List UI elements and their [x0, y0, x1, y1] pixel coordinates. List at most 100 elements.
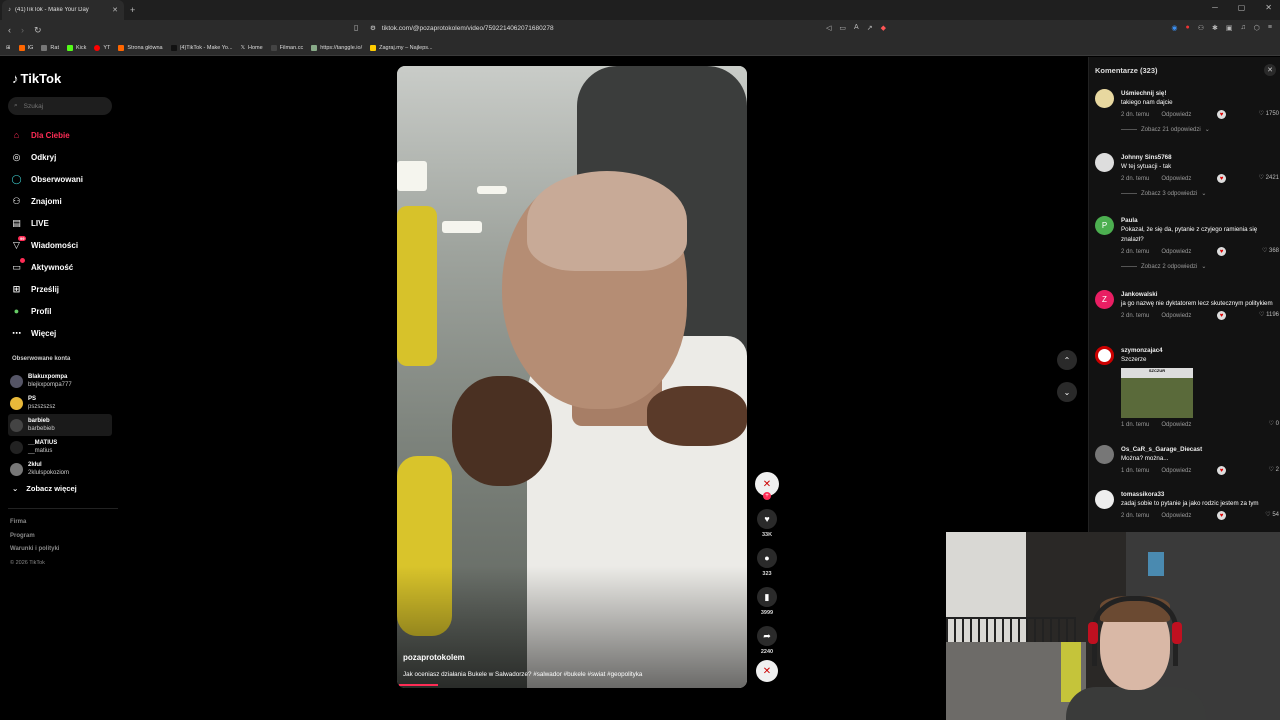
reply-button[interactable]: Odpowiedz	[1161, 422, 1191, 428]
share-icon[interactable]: ↗	[867, 24, 873, 32]
site-info-icon[interactable]: ⚙	[370, 24, 376, 32]
extension-icon[interactable]: ◉	[1171, 24, 1177, 32]
comment-likes[interactable]: ♡ 1196	[1259, 311, 1279, 318]
avatar[interactable]: Z	[1095, 290, 1114, 309]
nav-activity[interactable]: ▭ Aktywność	[10, 256, 83, 278]
bookmark-item[interactable]: (4)TikTok - Make Yo...	[170, 44, 233, 51]
translate-icon[interactable]: A	[854, 24, 859, 32]
bookmark-item[interactable]: Strona główna	[118, 44, 163, 51]
footer-link[interactable]: Firma	[10, 516, 59, 530]
search-box[interactable]: ⌕	[8, 97, 112, 115]
comment-user[interactable]: Paula	[1121, 216, 1279, 225]
bookmark-item[interactable]: https://tanggle.io/	[311, 44, 362, 51]
followed-account[interactable]: Blakuxpompa blejkxpompa777	[8, 370, 112, 392]
save-button[interactable]: ▮	[757, 587, 777, 607]
browser-tab[interactable]: ♪ (41)TikTok - Make Your Day ✕	[2, 0, 124, 20]
comment-user[interactable]: Jankowalski	[1121, 290, 1279, 299]
follow-plus-icon[interactable]: +	[763, 492, 771, 500]
nav-more[interactable]: ⋯ Więcej	[10, 322, 83, 344]
nav-upload[interactable]: ⊞ Prześlij	[10, 278, 83, 300]
reply-button[interactable]: Odpowiedz	[1161, 112, 1191, 118]
view-replies-button[interactable]: Zobacz 21 odpowiedzi ⌄	[1121, 126, 1279, 133]
nav-live[interactable]: ▤ LIVE	[10, 212, 83, 234]
comment-likes[interactable]: ♡ 2	[1269, 466, 1279, 473]
footer-link[interactable]: Program	[10, 530, 59, 544]
nav-profile[interactable]: ● Profil	[10, 300, 83, 322]
followed-account[interactable]: __MATIUS __matius	[8, 436, 112, 458]
forward-icon[interactable]: ›	[21, 25, 24, 36]
music-disc-icon[interactable]: ✕	[756, 660, 778, 682]
maximize-icon[interactable]: ▢	[1238, 3, 1246, 12]
followed-account[interactable]: 2kłul 2klulspokoziom	[8, 458, 112, 480]
search-input[interactable]	[23, 102, 94, 110]
bookmark-item[interactable]: Kick	[66, 44, 86, 51]
comment-user[interactable]: tomassikora33	[1121, 490, 1279, 499]
comment-likes[interactable]: ♡ 54	[1265, 511, 1279, 518]
nav-friends[interactable]: ⚇ Znajomi	[10, 190, 83, 212]
bookmark-item[interactable]: Rat	[41, 44, 59, 51]
mute-icon[interactable]: ◁	[826, 24, 831, 32]
footer-link[interactable]: Warunki i polityki	[10, 543, 59, 557]
new-tab-icon[interactable]: +	[130, 5, 135, 15]
reply-button[interactable]: Odpowiedz	[1161, 513, 1191, 519]
extensions-puzzle-icon[interactable]: ✱	[1212, 24, 1218, 32]
nav-following[interactable]: ◯ Obserwowani	[10, 168, 83, 190]
avatar[interactable]	[1095, 153, 1114, 172]
avatar[interactable]	[1095, 89, 1114, 108]
bookmark-item[interactable]: IG	[18, 44, 33, 51]
brave-shield-icon[interactable]: ◆	[881, 24, 886, 32]
followed-account[interactable]: PS pszszszsz	[8, 392, 112, 414]
apps-grid-icon[interactable]: ⊞	[6, 45, 11, 51]
comment-button[interactable]: ●	[757, 548, 777, 568]
media-icon[interactable]: ♫	[1241, 24, 1246, 32]
comment-user[interactable]: Johnny Sins5768	[1121, 153, 1279, 162]
nav-messages[interactable]: ▽ 99 Wiadomości	[10, 234, 83, 256]
reply-button[interactable]: Odpowiedz	[1161, 468, 1191, 474]
followed-account[interactable]: barbieb barbebieb	[8, 414, 112, 436]
back-icon[interactable]: ‹	[8, 25, 11, 36]
avatar[interactable]	[1095, 490, 1114, 509]
nav-for-you[interactable]: ⌂ Dla Ciebie	[10, 124, 83, 146]
avatar[interactable]	[1095, 346, 1114, 365]
bookmark-item[interactable]: Filman.cc	[270, 44, 303, 51]
video-player[interactable]: pozaprotokolem Jak oceniasz działania Bu…	[397, 66, 747, 688]
tiktok-logo[interactable]: ♪ TikTok	[12, 71, 61, 86]
url-field[interactable]: ⚙ tiktok.com/@pozaprotokolem/video/75922…	[370, 24, 554, 33]
reply-button[interactable]: Odpowiedz	[1161, 313, 1191, 319]
bookmark-page-icon[interactable]: ▯	[354, 23, 358, 32]
next-video-button[interactable]: ⌄	[1057, 382, 1077, 402]
comment-user[interactable]: Uśmiechnij się!	[1121, 89, 1279, 98]
previous-video-button[interactable]: ⌃	[1057, 350, 1077, 370]
see-more-button[interactable]: ⌄ Zobacz więcej	[12, 484, 77, 493]
bookmark-item[interactable]: 𝕏 Home	[241, 45, 263, 51]
reply-button[interactable]: Odpowiedz	[1161, 249, 1191, 255]
author-avatar[interactable]: ✕ +	[755, 472, 779, 500]
video-author[interactable]: pozaprotokolem	[403, 653, 465, 662]
avatar[interactable]	[1095, 445, 1114, 464]
reply-button[interactable]: Odpowiedz	[1161, 176, 1191, 182]
comment-likes[interactable]: ♡ 2421	[1259, 174, 1279, 181]
minimize-icon[interactable]: ─	[1212, 3, 1218, 12]
nav-explore[interactable]: ◎ Odkryj	[10, 146, 83, 168]
tab-close-icon[interactable]: ✕	[112, 6, 118, 14]
view-replies-button[interactable]: Zobacz 2 odpowiedzi ⌄	[1121, 263, 1279, 270]
window-close-icon[interactable]: ✕	[1265, 3, 1272, 12]
view-replies-button[interactable]: Zobacz 3 odpowiedzi ⌄	[1121, 190, 1279, 197]
cast-icon[interactable]: ▭	[839, 24, 846, 32]
extension-icon[interactable]: ●	[1186, 24, 1190, 32]
extension-icon[interactable]: ⚇	[1198, 24, 1204, 32]
reload-icon[interactable]: ↻	[34, 25, 42, 36]
comment-user[interactable]: szymonzajac4	[1121, 346, 1279, 355]
share-button[interactable]: ➦	[757, 626, 777, 646]
bookmark-item[interactable]: Zagraj.my – Najleps...	[370, 44, 433, 51]
comment-likes[interactable]: ♡ 368	[1262, 247, 1279, 254]
comment-image[interactable]: SZCZUR	[1121, 368, 1193, 418]
video-progress-bar[interactable]	[399, 684, 438, 686]
sidebar-icon[interactable]: ▣	[1226, 24, 1233, 32]
menu-icon[interactable]: ≡	[1268, 24, 1272, 32]
wallet-icon[interactable]: ⬡	[1254, 24, 1260, 32]
bookmark-item[interactable]: YT	[94, 44, 110, 51]
avatar[interactable]: P	[1095, 216, 1114, 235]
like-button[interactable]: ♥	[757, 509, 777, 529]
close-comments-icon[interactable]: ✕	[1264, 64, 1276, 76]
